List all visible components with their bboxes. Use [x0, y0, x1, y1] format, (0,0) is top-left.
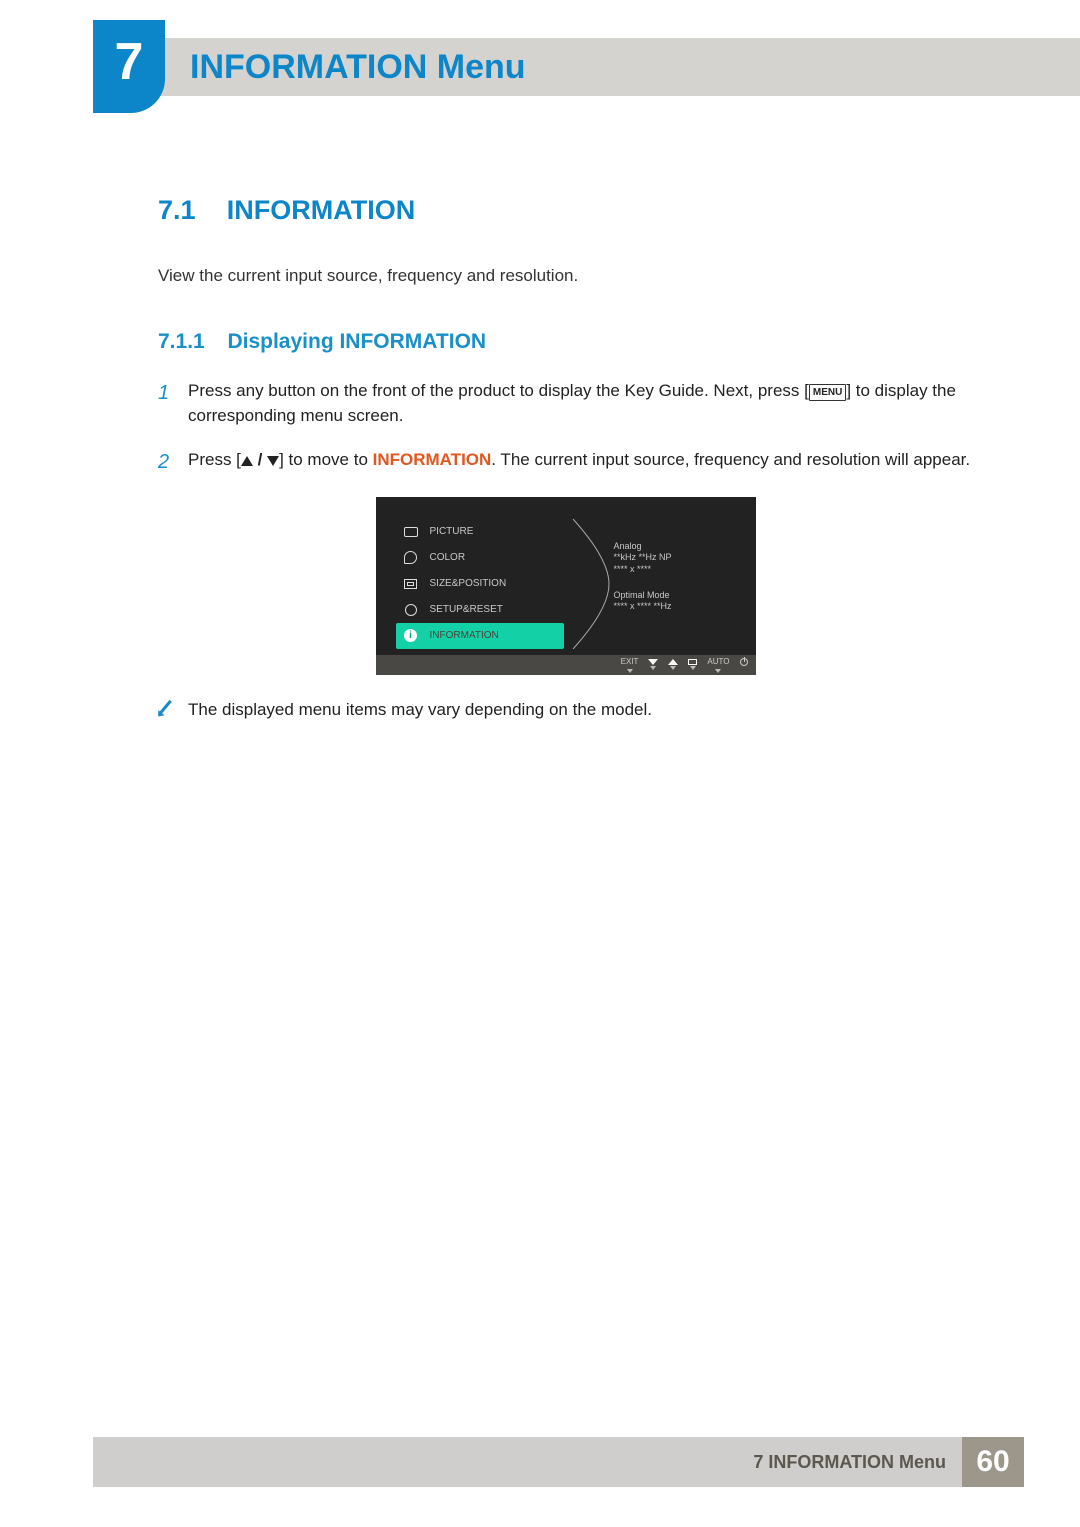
- up-arrow-icon: [668, 659, 678, 665]
- power-icon: [740, 658, 748, 666]
- step-text: Press any button on the front of the pro…: [188, 378, 973, 429]
- text: Press any button on the front of the pro…: [188, 381, 809, 400]
- page-footer: 7 INFORMATION Menu 60: [93, 1437, 1024, 1487]
- chapter-number: 7: [115, 32, 144, 92]
- enter-icon: [688, 659, 697, 665]
- slash: /: [253, 450, 267, 469]
- osd-info-line: **** x ****: [614, 564, 744, 576]
- size-icon: [402, 577, 420, 591]
- text: . The current input source, frequency an…: [491, 450, 970, 469]
- osd-enter-button: [688, 659, 697, 670]
- section-number: 7.1: [158, 190, 222, 231]
- osd-item-picture: PICTURE: [396, 519, 564, 545]
- chevron-down-icon: [690, 666, 696, 670]
- subsection-heading: 7.1.1 Displaying INFORMATION: [158, 326, 973, 358]
- osd-label: INFORMATION: [430, 628, 499, 643]
- text: Press [: [188, 450, 241, 469]
- subsection-number: 7.1.1: [158, 326, 205, 358]
- osd-down-button: [648, 659, 658, 670]
- page-content: 7.1 INFORMATION View the current input s…: [158, 190, 973, 722]
- subsection-title: Displaying INFORMATION: [227, 330, 486, 353]
- step-number: 1: [158, 378, 188, 429]
- step-2: 2 Press [ / ] to move to INFORMATION. Th…: [158, 447, 973, 477]
- gear-icon: [402, 603, 420, 617]
- osd-info-line: Optimal Mode: [614, 590, 744, 602]
- osd-info-line: **kHz **Hz NP: [614, 552, 744, 564]
- page-number: 60: [962, 1437, 1024, 1487]
- down-arrow-icon: [648, 659, 658, 665]
- info-icon: i: [402, 629, 420, 643]
- osd-item-color: COLOR: [396, 545, 564, 571]
- osd-menu-list: PICTURE COLOR SIZE&POSITION SETUP&RESET …: [396, 519, 564, 649]
- picture-icon: [402, 525, 420, 539]
- osd-exit-button: EXIT: [621, 656, 639, 673]
- osd-label: SIZE&POSITION: [430, 576, 507, 591]
- menu-button-label: MENU: [809, 384, 846, 401]
- palette-icon: [402, 551, 420, 565]
- pencil-icon: [158, 697, 188, 723]
- label: EXIT: [621, 656, 639, 668]
- section-description: View the current input source, frequency…: [158, 263, 973, 289]
- osd-info-panel: Analog **kHz **Hz NP **** x **** Optimal…: [614, 541, 744, 627]
- osd-screenshot: PICTURE COLOR SIZE&POSITION SETUP&RESET …: [376, 497, 756, 675]
- osd-power-button: [740, 658, 748, 671]
- osd-label: PICTURE: [430, 524, 474, 539]
- footer-label-text: 7 INFORMATION Menu: [753, 1452, 946, 1473]
- text: ] to move to: [279, 450, 373, 469]
- osd-label: COLOR: [430, 550, 466, 565]
- up-arrow-icon: [241, 456, 253, 466]
- chevron-down-icon: [715, 669, 721, 673]
- step-text: Press [ / ] to move to INFORMATION. The …: [188, 447, 973, 477]
- chevron-down-icon: [650, 666, 656, 670]
- steps-list: 1 Press any button on the front of the p…: [158, 378, 973, 477]
- footer-label: 7 INFORMATION Menu: [93, 1437, 962, 1487]
- page-number-value: 60: [976, 1445, 1009, 1479]
- down-arrow-icon: [267, 456, 279, 466]
- osd-item-size-position: SIZE&POSITION: [396, 571, 564, 597]
- osd-connector-curve: [571, 519, 611, 649]
- chapter-title: INFORMATION Menu: [190, 48, 526, 87]
- step-1: 1 Press any button on the front of the p…: [158, 378, 973, 429]
- note: The displayed menu items may vary depend…: [158, 697, 973, 723]
- keyword-information: INFORMATION: [373, 450, 492, 469]
- osd-label: SETUP&RESET: [430, 602, 503, 617]
- osd-auto-button: AUTO: [707, 656, 729, 673]
- osd-bottom-bar: EXIT AUTO: [376, 655, 756, 675]
- note-text: The displayed menu items may vary depend…: [188, 697, 652, 723]
- section-heading: 7.1 INFORMATION: [158, 190, 973, 231]
- chapter-number-badge: 7: [93, 20, 165, 113]
- chevron-down-icon: [627, 669, 633, 673]
- osd-info-line: **** x **** **Hz: [614, 601, 744, 613]
- osd-up-button: [668, 659, 678, 670]
- section-title: INFORMATION: [227, 195, 415, 225]
- label: AUTO: [707, 656, 729, 668]
- osd-info-line: Analog: [614, 541, 744, 553]
- osd-item-information-selected: i INFORMATION: [396, 623, 564, 649]
- chevron-down-icon: [670, 666, 676, 670]
- step-number: 2: [158, 447, 188, 477]
- osd-item-setup-reset: SETUP&RESET: [396, 597, 564, 623]
